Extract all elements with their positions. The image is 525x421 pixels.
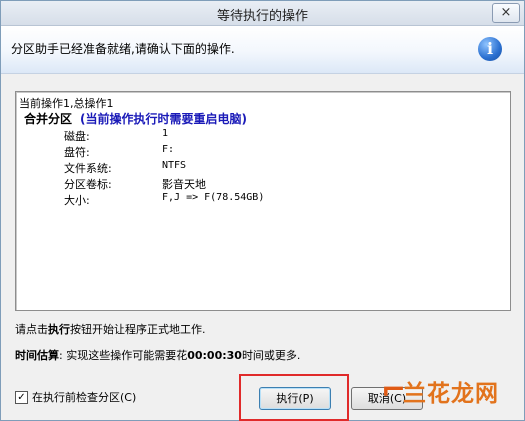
info-icon: i — [478, 37, 502, 61]
time-estimate-value: 00:00:30 — [187, 349, 242, 362]
detail-value: NTFS — [162, 160, 187, 171]
detail-value: F,J => F(78.54GB) — [162, 192, 265, 203]
check-partition-checkbox[interactable]: ✓ — [15, 390, 28, 404]
pending-operations-dialog: 等待执行的操作 × 分区助手已经准备就绪,请确认下面的操作. i 当前操作1,总… — [0, 0, 525, 421]
operations-list[interactable]: 当前操作1,总操作1 合并分区 (当前操作执行时需要重启电脑) 磁盘: 1 盘符:… — [15, 91, 511, 311]
hint-prefix: 请点击 — [15, 323, 48, 336]
time-estimate-prefix: : 实现这些操作可能需要花 — [59, 349, 188, 362]
operation-title: 合并分区 (当前操作执行时需要重启电脑) — [24, 110, 247, 127]
detail-key: 分区卷标: — [64, 178, 112, 191]
hint-suffix: 按钮开始让程序正式地工作. — [70, 323, 206, 336]
detail-value: 影音天地 — [162, 178, 206, 191]
detail-key: 磁盘: — [64, 130, 90, 143]
time-estimate-label: 时间估算 — [15, 349, 59, 362]
watermark: ⌐ 兰花龙网 — [381, 373, 499, 409]
time-estimate-suffix: 时间或更多. — [241, 349, 301, 362]
restart-warning: (当前操作执行时需要重启电脑) — [80, 112, 247, 126]
header-message: 分区助手已经准备就绪,请确认下面的操作. — [11, 42, 235, 56]
close-button[interactable]: × — [492, 3, 520, 23]
title-bar[interactable]: 等待执行的操作 × — [1, 1, 524, 26]
check-partition-label[interactable]: 在执行前检查分区(C) — [32, 389, 136, 405]
watermark-mark: ⌐ — [381, 373, 407, 408]
time-estimate: 时间估算: 实现这些操作可能需要花00:00:30时间或更多. — [15, 347, 300, 363]
execute-button[interactable]: 执行(P) — [259, 387, 331, 410]
watermark-text: 兰花龙网 — [403, 381, 499, 407]
detail-value: F: — [162, 144, 175, 155]
detail-key: 大小: — [64, 194, 90, 207]
hint-bold: 执行 — [48, 323, 70, 336]
detail-key: 盘符: — [64, 146, 90, 159]
dialog-header: 分区助手已经准备就绪,请确认下面的操作. i — [1, 26, 524, 74]
window-title: 等待执行的操作 — [216, 9, 308, 24]
execute-hint: 请点击执行按钮开始让程序正式地工作. — [15, 321, 206, 337]
detail-key: 文件系统: — [64, 162, 112, 175]
operation-summary: 当前操作1,总操作1 — [19, 97, 114, 110]
operation-name: 合并分区 — [24, 112, 73, 126]
check-partition-option[interactable]: ✓ 在执行前检查分区(C) — [15, 389, 136, 405]
detail-value: 1 — [162, 128, 169, 139]
